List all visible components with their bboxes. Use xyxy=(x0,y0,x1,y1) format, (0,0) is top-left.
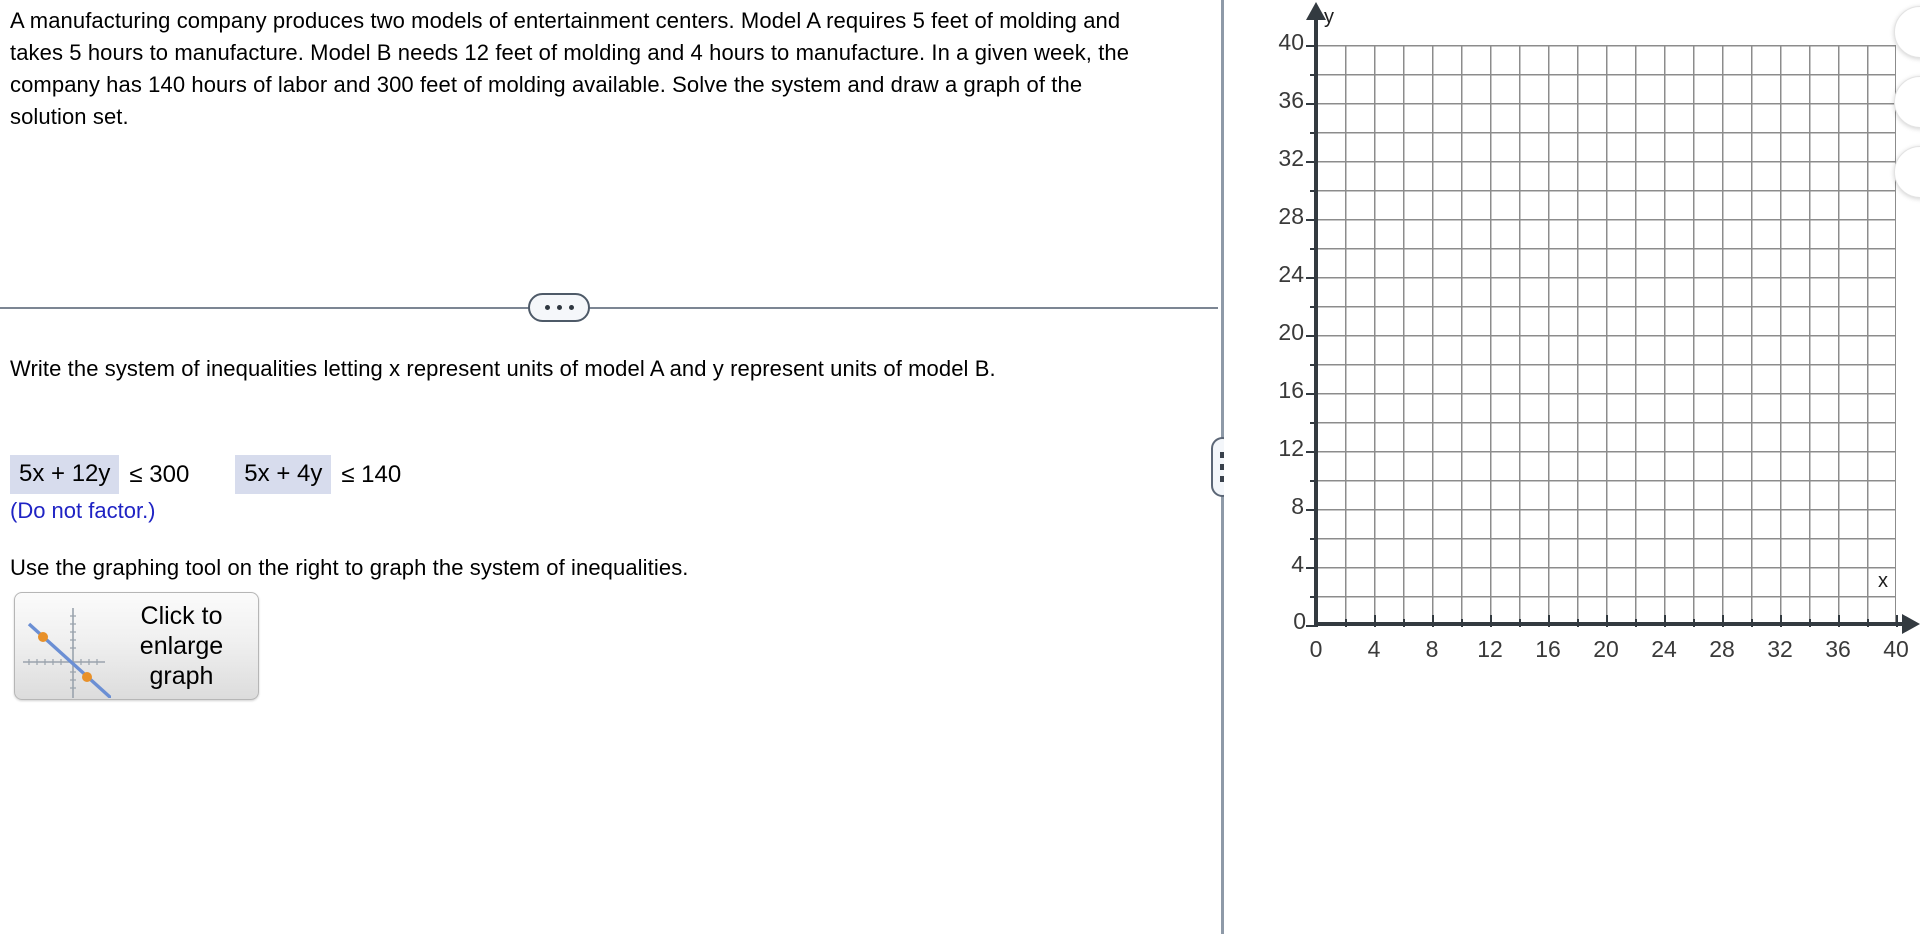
y-tick xyxy=(1310,248,1318,250)
mini-graph-icon xyxy=(23,608,111,698)
y-tick xyxy=(1306,45,1318,47)
question-instruction: Write the system of inequalities letting… xyxy=(10,356,996,381)
x-tick-label: 4 xyxy=(1367,636,1381,662)
y-tick-label: 8 xyxy=(1291,493,1304,519)
y-tick-label: 32 xyxy=(1278,145,1304,171)
x-tick xyxy=(1896,615,1898,627)
x-tick xyxy=(1693,619,1695,627)
x-tick-label: 12 xyxy=(1477,636,1503,662)
y-tick xyxy=(1306,393,1318,395)
grid xyxy=(1316,45,1896,625)
do-not-factor-note: (Do not factor.) xyxy=(10,498,156,523)
x-axis-label: x xyxy=(1878,570,1888,592)
divider-more-button[interactable] xyxy=(528,293,590,322)
origin-tick-label: 0 xyxy=(1293,608,1306,634)
y-tick xyxy=(1310,306,1318,308)
x-tick xyxy=(1867,619,1869,627)
y-tick xyxy=(1306,219,1318,221)
x-tick xyxy=(1345,619,1347,627)
x-tick xyxy=(1722,615,1724,627)
x-tick-label: 40 xyxy=(1883,636,1909,662)
x-tick xyxy=(1809,619,1811,627)
dot-icon xyxy=(568,305,574,310)
x-axis-arrow-icon xyxy=(1902,614,1920,634)
y-tick xyxy=(1310,74,1318,76)
page-root: A manufacturing company produces two mod… xyxy=(0,0,1920,934)
y-tick-label: 36 xyxy=(1278,87,1304,113)
x-tick-label: 20 xyxy=(1593,636,1619,662)
x-tick xyxy=(1432,615,1434,627)
x-tick-label: 36 xyxy=(1825,636,1851,662)
answer-input-1[interactable]: 5x + 12y xyxy=(10,455,120,494)
x-tick-label: 28 xyxy=(1709,636,1735,662)
y-tick xyxy=(1306,335,1318,337)
y-tick-label: 20 xyxy=(1278,319,1304,345)
y-tick-label: 16 xyxy=(1278,377,1304,403)
graphing-tool-instruction: Use the graphing tool on the right to gr… xyxy=(10,555,689,580)
coordinate-plane[interactable]: y x 0 0 4 8 12 16 20 24 28 32 36 40 4 8 12 16 20 24 28 32… xyxy=(1224,0,1920,700)
y-axis-label: y xyxy=(1324,6,1334,28)
y-axis-arrow-icon xyxy=(1306,2,1326,20)
x-tick xyxy=(1403,619,1405,627)
y-tick-label: 28 xyxy=(1278,203,1304,229)
dot-icon xyxy=(556,305,562,310)
x-tick xyxy=(1490,615,1492,627)
y-tick-label: 4 xyxy=(1291,551,1304,577)
y-tick-label: 40 xyxy=(1278,29,1304,55)
answer-group-1: 5x + 12y ≤ 300 xyxy=(10,455,189,494)
y-axis xyxy=(1314,18,1318,626)
section-divider xyxy=(0,293,1218,323)
answer-input-2[interactable]: 5x + 4y xyxy=(235,455,332,494)
y-tick-label: 24 xyxy=(1278,261,1304,287)
x-tick xyxy=(1780,615,1782,627)
x-tick xyxy=(1461,619,1463,627)
enlarge-graph-button[interactable]: Click to enlarge graph xyxy=(14,592,259,700)
plot-region[interactable] xyxy=(1316,45,1896,625)
x-tick xyxy=(1548,615,1550,627)
x-tick-label: 16 xyxy=(1535,636,1561,662)
y-tick xyxy=(1310,422,1318,424)
x-tick-label: 32 xyxy=(1767,636,1793,662)
x-tick xyxy=(1519,619,1521,627)
enlarge-graph-label: Click to enlarge graph xyxy=(139,602,224,690)
x-tick xyxy=(1751,619,1753,627)
x-tick-label: 0 xyxy=(1309,636,1323,662)
y-tick xyxy=(1306,451,1318,453)
y-tick xyxy=(1310,190,1318,192)
x-tick xyxy=(1635,619,1637,627)
relation-1: ≤ 300 xyxy=(129,460,190,488)
y-tick xyxy=(1310,480,1318,482)
answer-row: 5x + 12y ≤ 300 5x + 4y ≤ 140 xyxy=(10,455,401,494)
y-tick xyxy=(1310,596,1318,598)
x-tick xyxy=(1577,619,1579,627)
x-tick xyxy=(1606,615,1608,627)
y-tick xyxy=(1310,538,1318,540)
problem-statement: A manufacturing company produces two mod… xyxy=(10,8,1130,129)
y-tick-label: 12 xyxy=(1278,435,1304,461)
x-tick-label: 8 xyxy=(1425,636,1439,662)
y-tick xyxy=(1306,161,1318,163)
y-tick xyxy=(1306,567,1318,569)
divider-rule xyxy=(0,307,1218,309)
graph-panel: y x 0 0 4 8 12 16 20 24 28 32 36 40 4 8 12 16 20 24 28 32… xyxy=(1224,0,1920,934)
y-tick xyxy=(1306,277,1318,279)
y-tick xyxy=(1306,625,1318,627)
y-tick xyxy=(1306,509,1318,511)
question-panel: A manufacturing company produces two mod… xyxy=(0,0,1222,934)
x-tick xyxy=(1838,615,1840,627)
y-tick xyxy=(1310,132,1318,134)
x-tick xyxy=(1374,615,1376,627)
x-tick-label: 24 xyxy=(1651,636,1677,662)
y-tick xyxy=(1310,364,1318,366)
x-tick xyxy=(1664,615,1666,627)
answer-group-2: 5x + 4y ≤ 140 xyxy=(235,455,401,494)
y-tick xyxy=(1306,103,1318,105)
relation-2: ≤ 140 xyxy=(341,460,402,488)
dot-icon xyxy=(544,305,550,310)
